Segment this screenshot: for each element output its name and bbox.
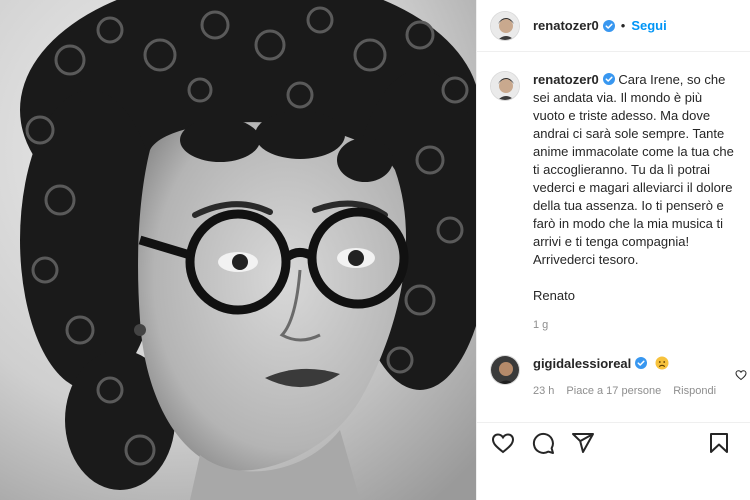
verified-badge-icon [602,73,615,85]
comment-line: gigidalessioreal [533,355,733,373]
caption-username[interactable]: renatozer0 [533,72,599,87]
action-bar [477,422,750,462]
post-side-panel: renatozer0 • Segui renatozer0 Cara Irene… [476,0,750,500]
header-separator: • [620,18,626,33]
caption-avatar[interactable] [490,71,520,101]
avatar-image [491,356,519,384]
verified-badge-icon [602,19,615,32]
reply-button[interactable]: Rispondi [673,385,716,397]
caption: renatozer0 Cara Irene, so che sei andata… [477,53,750,331]
comment-meta: 23 h Piace a 17 persone Rispondi [533,385,733,397]
bookmark-icon[interactable] [707,431,731,455]
comment-item: gigidalessioreal 23 h Piace a 17 persone… [477,331,750,397]
avatar-image [491,72,519,100]
comments-section: renatozer0 Cara Irene, so che sei andata… [477,53,750,411]
comment-likes[interactable]: Piace a 17 persone [566,385,661,397]
comment-time[interactable]: 23 h [533,385,554,397]
caption-body: renatozer0 Cara Irene, so che sei andata… [533,71,737,331]
caption-text-block: renatozer0 Cara Irene, so che sei andata… [533,71,737,269]
comment-icon[interactable] [531,431,555,455]
author-avatar[interactable] [490,10,520,41]
post-photo[interactable] [0,0,476,500]
caption-time[interactable]: 1 g [533,319,737,331]
commenter-avatar[interactable] [490,355,520,385]
share-icon[interactable] [571,431,595,455]
caption-text: Cara Irene, so che sei andata via. Il mo… [533,72,734,267]
caption-signature: Renato [533,288,575,303]
comment-like-heart-icon[interactable] [735,369,747,381]
heart-icon[interactable] [491,431,515,455]
follow-button[interactable]: Segui [631,18,666,33]
post-header: renatozer0 • Segui [477,0,750,52]
author-username[interactable]: renatozer0 [533,18,599,33]
portrait-photo [0,0,476,500]
verified-badge-icon [635,357,648,369]
commenter-username[interactable]: gigidalessioreal [533,356,631,371]
avatar-image [491,11,519,40]
sad-face-emoji [655,356,669,370]
comment-body: gigidalessioreal 23 h Piace a 17 persone… [533,355,733,397]
instagram-post: renatozer0 • Segui renatozer0 Cara Irene… [0,0,750,500]
